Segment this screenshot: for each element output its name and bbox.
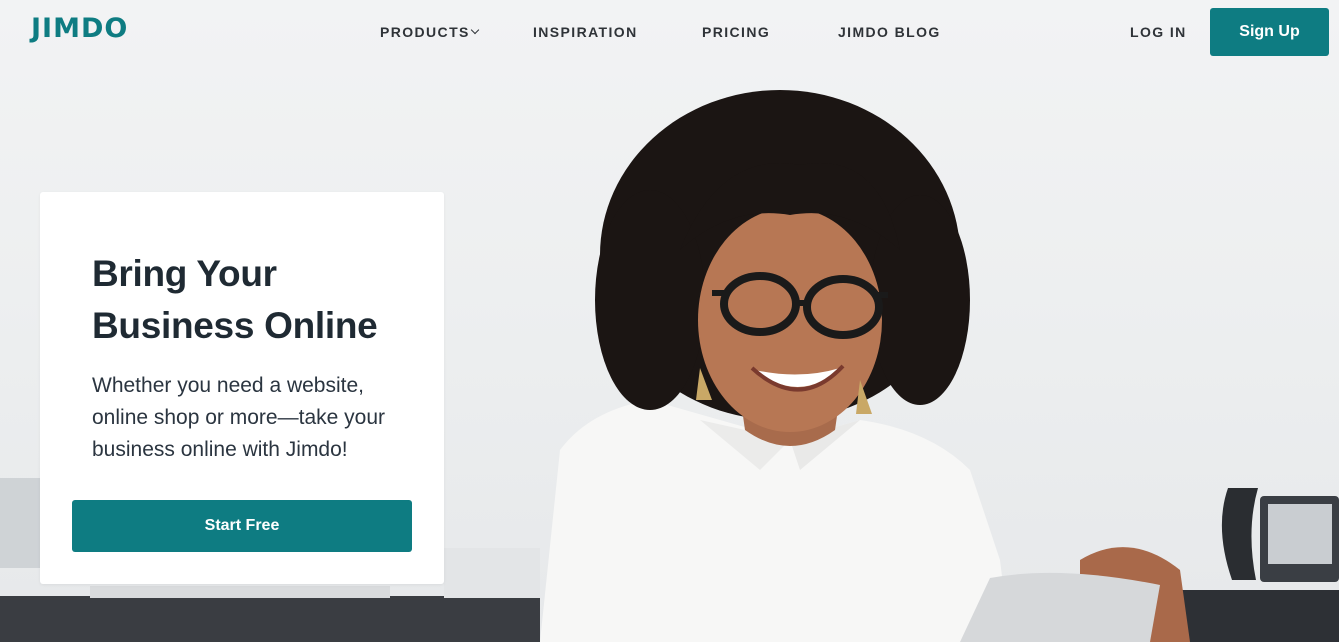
- hero-headline: Bring Your Business Online: [92, 253, 378, 346]
- nav-item-label: PRODUCTS: [380, 24, 470, 40]
- start-free-button[interactable]: Start Free: [72, 500, 412, 552]
- chevron-down-icon: [470, 25, 480, 35]
- hero-subtext: Whether you need a website, online shop …: [92, 374, 385, 461]
- nav-item-pricing[interactable]: PRICING: [702, 24, 770, 40]
- jimdo-logo[interactable]: JIMDO: [31, 13, 128, 44]
- signup-button[interactable]: Sign Up: [1210, 8, 1329, 56]
- nav-item-products[interactable]: PRODUCTS: [380, 24, 480, 40]
- nav-item-blog[interactable]: JIMDO BLOG: [838, 24, 941, 40]
- nav-item-inspiration[interactable]: INSPIRATION: [533, 24, 638, 40]
- hero-card: Bring Your Business Online Whether you n…: [40, 192, 444, 584]
- login-link[interactable]: LOG IN: [1130, 24, 1187, 40]
- site-header: JIMDO PRODUCTS INSPIRATION PRICING JIMDO…: [0, 0, 1339, 64]
